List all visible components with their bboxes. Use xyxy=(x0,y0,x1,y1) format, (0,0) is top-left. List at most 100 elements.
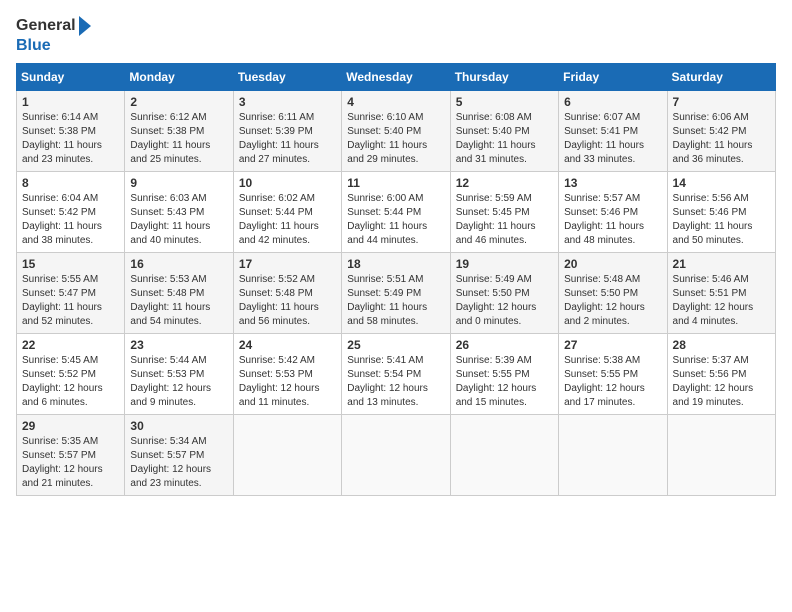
day-number: 12 xyxy=(456,176,553,190)
day-info: Sunrise: 5:34 AM Sunset: 5:57 PM Dayligh… xyxy=(130,435,227,491)
day-info: Sunrise: 5:46 AM Sunset: 5:51 PM Dayligh… xyxy=(673,273,770,329)
day-header-thursday: Thursday xyxy=(450,64,558,91)
day-header-sunday: Sunday xyxy=(17,64,125,91)
calendar-cell: 7 Sunrise: 6:06 AM Sunset: 5:42 PM Dayli… xyxy=(667,91,775,172)
calendar-cell: 5 Sunrise: 6:08 AM Sunset: 5:40 PM Dayli… xyxy=(450,91,558,172)
calendar-cell: 10 Sunrise: 6:02 AM Sunset: 5:44 PM Dayl… xyxy=(233,172,341,253)
day-header-tuesday: Tuesday xyxy=(233,64,341,91)
day-number: 16 xyxy=(130,257,227,271)
day-number: 2 xyxy=(130,95,227,109)
calendar-cell xyxy=(559,415,667,496)
calendar-cell: 20 Sunrise: 5:48 AM Sunset: 5:50 PM Dayl… xyxy=(559,253,667,334)
day-header-saturday: Saturday xyxy=(667,64,775,91)
day-info: Sunrise: 5:56 AM Sunset: 5:46 PM Dayligh… xyxy=(673,192,770,248)
logo: General Blue xyxy=(16,16,91,55)
calendar-cell: 19 Sunrise: 5:49 AM Sunset: 5:50 PM Dayl… xyxy=(450,253,558,334)
calendar-cell: 29 Sunrise: 5:35 AM Sunset: 5:57 PM Dayl… xyxy=(17,415,125,496)
calendar-cell: 8 Sunrise: 6:04 AM Sunset: 5:42 PM Dayli… xyxy=(17,172,125,253)
day-info: Sunrise: 5:49 AM Sunset: 5:50 PM Dayligh… xyxy=(456,273,553,329)
calendar-cell: 14 Sunrise: 5:56 AM Sunset: 5:46 PM Dayl… xyxy=(667,172,775,253)
calendar-cell: 24 Sunrise: 5:42 AM Sunset: 5:53 PM Dayl… xyxy=(233,334,341,415)
day-info: Sunrise: 6:07 AM Sunset: 5:41 PM Dayligh… xyxy=(564,111,661,167)
calendar-cell: 11 Sunrise: 6:00 AM Sunset: 5:44 PM Dayl… xyxy=(342,172,450,253)
calendar-cell: 30 Sunrise: 5:34 AM Sunset: 5:57 PM Dayl… xyxy=(125,415,233,496)
day-info: Sunrise: 5:37 AM Sunset: 5:56 PM Dayligh… xyxy=(673,354,770,410)
calendar-cell: 28 Sunrise: 5:37 AM Sunset: 5:56 PM Dayl… xyxy=(667,334,775,415)
day-number: 17 xyxy=(239,257,336,271)
calendar-cell: 25 Sunrise: 5:41 AM Sunset: 5:54 PM Dayl… xyxy=(342,334,450,415)
day-number: 30 xyxy=(130,419,227,433)
day-info: Sunrise: 6:00 AM Sunset: 5:44 PM Dayligh… xyxy=(347,192,444,248)
day-number: 20 xyxy=(564,257,661,271)
calendar-cell xyxy=(342,415,450,496)
day-info: Sunrise: 6:12 AM Sunset: 5:38 PM Dayligh… xyxy=(130,111,227,167)
calendar-cell: 6 Sunrise: 6:07 AM Sunset: 5:41 PM Dayli… xyxy=(559,91,667,172)
day-info: Sunrise: 6:14 AM Sunset: 5:38 PM Dayligh… xyxy=(22,111,119,167)
day-number: 18 xyxy=(347,257,444,271)
day-number: 8 xyxy=(22,176,119,190)
day-number: 22 xyxy=(22,338,119,352)
day-info: Sunrise: 6:03 AM Sunset: 5:43 PM Dayligh… xyxy=(130,192,227,248)
day-number: 21 xyxy=(673,257,770,271)
day-number: 26 xyxy=(456,338,553,352)
day-number: 1 xyxy=(22,95,119,109)
day-number: 25 xyxy=(347,338,444,352)
day-info: Sunrise: 6:10 AM Sunset: 5:40 PM Dayligh… xyxy=(347,111,444,167)
calendar-cell: 2 Sunrise: 6:12 AM Sunset: 5:38 PM Dayli… xyxy=(125,91,233,172)
day-info: Sunrise: 5:57 AM Sunset: 5:46 PM Dayligh… xyxy=(564,192,661,248)
calendar-cell xyxy=(667,415,775,496)
calendar-cell: 23 Sunrise: 5:44 AM Sunset: 5:53 PM Dayl… xyxy=(125,334,233,415)
day-number: 14 xyxy=(673,176,770,190)
day-number: 9 xyxy=(130,176,227,190)
day-number: 6 xyxy=(564,95,661,109)
calendar-cell: 18 Sunrise: 5:51 AM Sunset: 5:49 PM Dayl… xyxy=(342,253,450,334)
calendar-cell xyxy=(233,415,341,496)
day-info: Sunrise: 5:48 AM Sunset: 5:50 PM Dayligh… xyxy=(564,273,661,329)
day-number: 3 xyxy=(239,95,336,109)
calendar-cell: 13 Sunrise: 5:57 AM Sunset: 5:46 PM Dayl… xyxy=(559,172,667,253)
day-number: 23 xyxy=(130,338,227,352)
calendar-cell: 26 Sunrise: 5:39 AM Sunset: 5:55 PM Dayl… xyxy=(450,334,558,415)
day-info: Sunrise: 5:44 AM Sunset: 5:53 PM Dayligh… xyxy=(130,354,227,410)
calendar-cell: 22 Sunrise: 5:45 AM Sunset: 5:52 PM Dayl… xyxy=(17,334,125,415)
day-info: Sunrise: 5:52 AM Sunset: 5:48 PM Dayligh… xyxy=(239,273,336,329)
day-info: Sunrise: 6:02 AM Sunset: 5:44 PM Dayligh… xyxy=(239,192,336,248)
calendar-cell: 17 Sunrise: 5:52 AM Sunset: 5:48 PM Dayl… xyxy=(233,253,341,334)
day-info: Sunrise: 5:59 AM Sunset: 5:45 PM Dayligh… xyxy=(456,192,553,248)
day-info: Sunrise: 5:35 AM Sunset: 5:57 PM Dayligh… xyxy=(22,435,119,491)
day-number: 13 xyxy=(564,176,661,190)
calendar-cell: 4 Sunrise: 6:10 AM Sunset: 5:40 PM Dayli… xyxy=(342,91,450,172)
calendar-cell: 27 Sunrise: 5:38 AM Sunset: 5:55 PM Dayl… xyxy=(559,334,667,415)
day-info: Sunrise: 5:53 AM Sunset: 5:48 PM Dayligh… xyxy=(130,273,227,329)
day-info: Sunrise: 6:06 AM Sunset: 5:42 PM Dayligh… xyxy=(673,111,770,167)
day-info: Sunrise: 5:38 AM Sunset: 5:55 PM Dayligh… xyxy=(564,354,661,410)
day-number: 24 xyxy=(239,338,336,352)
day-number: 29 xyxy=(22,419,119,433)
day-info: Sunrise: 5:42 AM Sunset: 5:53 PM Dayligh… xyxy=(239,354,336,410)
day-info: Sunrise: 6:11 AM Sunset: 5:39 PM Dayligh… xyxy=(239,111,336,167)
day-header-wednesday: Wednesday xyxy=(342,64,450,91)
day-number: 19 xyxy=(456,257,553,271)
calendar-cell xyxy=(450,415,558,496)
calendar-cell: 9 Sunrise: 6:03 AM Sunset: 5:43 PM Dayli… xyxy=(125,172,233,253)
day-info: Sunrise: 5:41 AM Sunset: 5:54 PM Dayligh… xyxy=(347,354,444,410)
day-info: Sunrise: 5:51 AM Sunset: 5:49 PM Dayligh… xyxy=(347,273,444,329)
day-info: Sunrise: 5:39 AM Sunset: 5:55 PM Dayligh… xyxy=(456,354,553,410)
day-info: Sunrise: 5:45 AM Sunset: 5:52 PM Dayligh… xyxy=(22,354,119,410)
day-header-friday: Friday xyxy=(559,64,667,91)
day-header-monday: Monday xyxy=(125,64,233,91)
day-number: 15 xyxy=(22,257,119,271)
calendar-cell: 16 Sunrise: 5:53 AM Sunset: 5:48 PM Dayl… xyxy=(125,253,233,334)
calendar-table: SundayMondayTuesdayWednesdayThursdayFrid… xyxy=(16,63,776,496)
day-info: Sunrise: 6:08 AM Sunset: 5:40 PM Dayligh… xyxy=(456,111,553,167)
calendar-cell: 1 Sunrise: 6:14 AM Sunset: 5:38 PM Dayli… xyxy=(17,91,125,172)
calendar-cell: 3 Sunrise: 6:11 AM Sunset: 5:39 PM Dayli… xyxy=(233,91,341,172)
day-number: 11 xyxy=(347,176,444,190)
day-number: 28 xyxy=(673,338,770,352)
calendar-cell: 15 Sunrise: 5:55 AM Sunset: 5:47 PM Dayl… xyxy=(17,253,125,334)
day-number: 10 xyxy=(239,176,336,190)
calendar-cell: 12 Sunrise: 5:59 AM Sunset: 5:45 PM Dayl… xyxy=(450,172,558,253)
day-number: 7 xyxy=(673,95,770,109)
calendar-cell: 21 Sunrise: 5:46 AM Sunset: 5:51 PM Dayl… xyxy=(667,253,775,334)
day-info: Sunrise: 6:04 AM Sunset: 5:42 PM Dayligh… xyxy=(22,192,119,248)
